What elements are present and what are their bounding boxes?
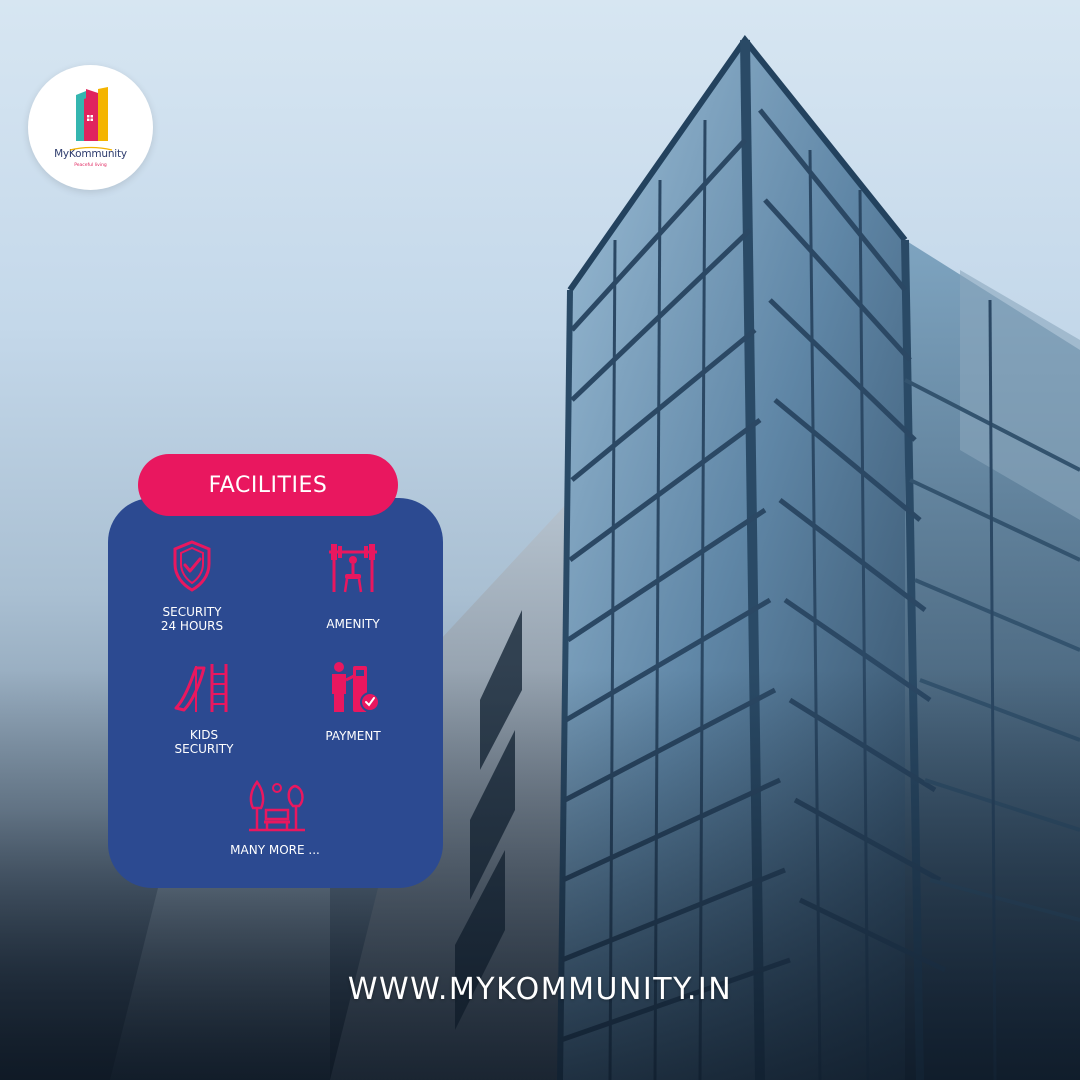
feature-label-kids-security: KIDS SECURITY <box>174 728 234 756</box>
feature-label-amenity: AMENITY <box>326 617 380 631</box>
playground-slide-icon <box>174 664 228 712</box>
buildings-logo-icon <box>76 87 108 141</box>
feature-label-many-more: MANY MORE ... <box>230 843 320 857</box>
feature-label-security: SECURITY 24 HOURS <box>160 605 224 633</box>
brand-logo: MyKommunity Peaceful living <box>28 65 153 190</box>
park-bench-icon <box>249 779 305 832</box>
swoosh-icon <box>69 146 113 151</box>
facilities-heading: FACILITIES <box>138 454 398 516</box>
feature-label-payment: PAYMENT <box>325 729 381 743</box>
brand-tagline: Peaceful living <box>74 163 107 168</box>
website-url: WWW.MYKOMMUNITY.IN <box>347 972 733 1007</box>
gym-barbell-icon <box>329 544 377 593</box>
person-payment-icon <box>332 662 380 712</box>
shield-check-icon <box>173 540 211 592</box>
poster: MyKommunity Peaceful living FACILITIES S… <box>0 0 1080 1080</box>
